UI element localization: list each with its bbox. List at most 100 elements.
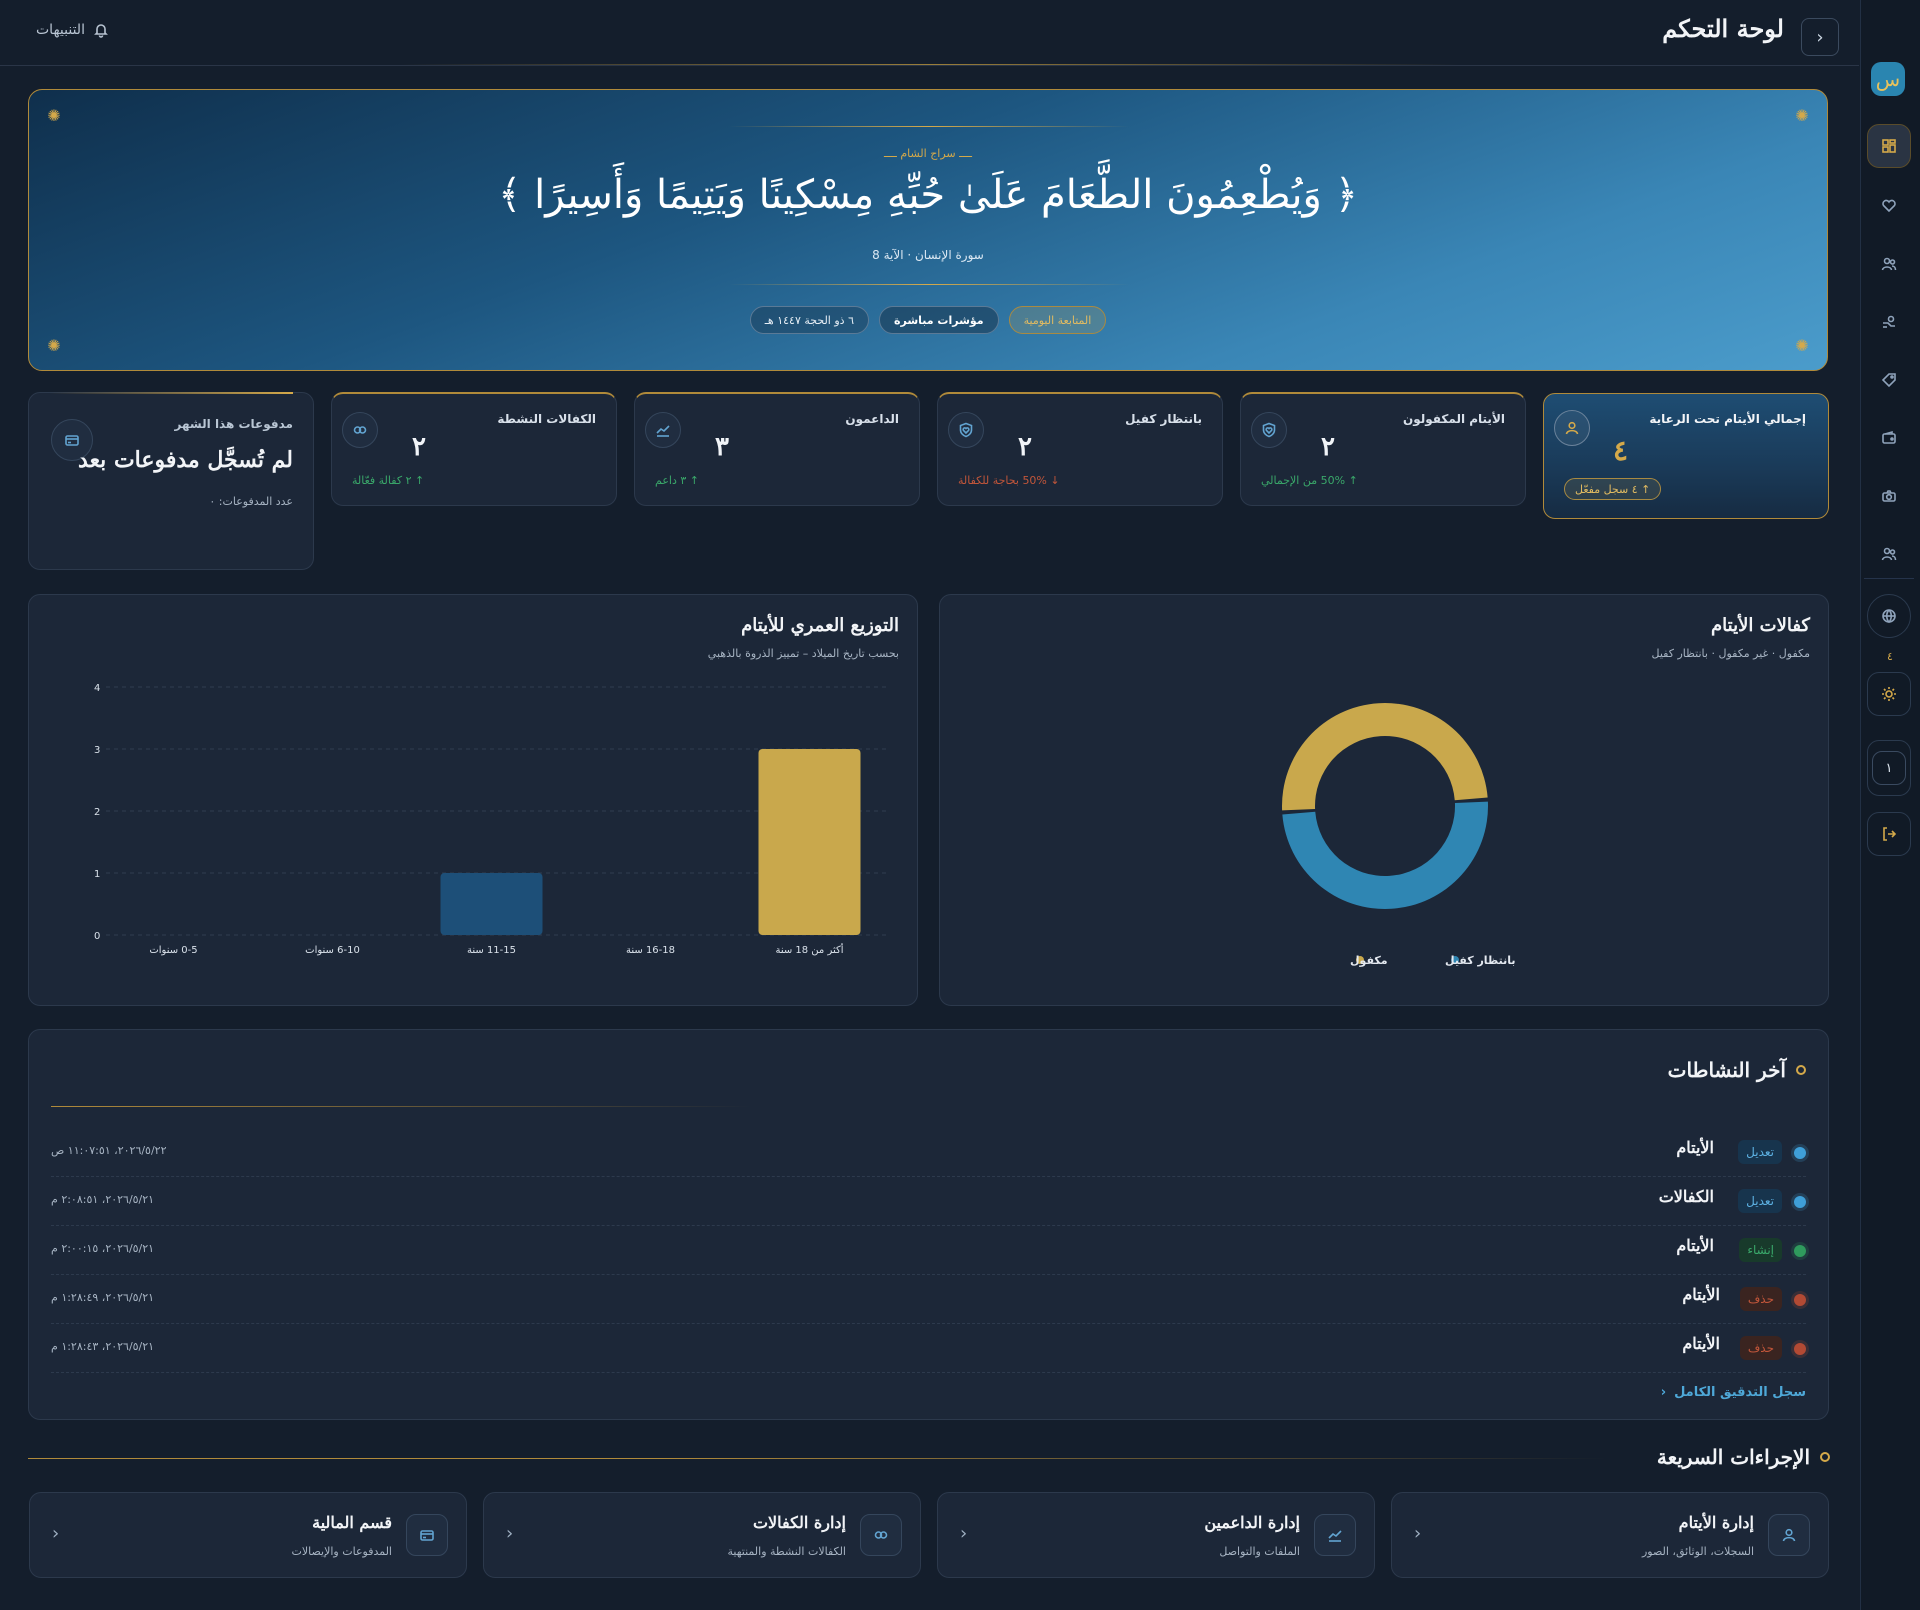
page-indicator-box: ١ — [1867, 740, 1911, 796]
stat-card-monthly-payments[interactable]: مدفوعات هذا الشهر لم تُسجَّل مدفوعات بعد… — [28, 392, 314, 570]
stat-card-total-orphans[interactable]: إجمالي الأيتام تحت الرعاية ٤ ↑ ٤ سجل مفع… — [1543, 393, 1829, 519]
quick-action-orphans[interactable]: إدارة الأيتام السجلات، الوثائق، الصور ‹ — [1391, 1492, 1829, 1578]
hero-kicker: ــــ سراج الشام ــــ — [883, 147, 973, 160]
activity-row[interactable]: تعديل الأيتام ٢٠٢٦/٥/٢٢، ١١:٠٧:٥١ ص — [51, 1128, 1806, 1177]
hero-banner: ✺ ✺ ✺ ✺ ــــ سراج الشام ــــ ﴿ وَيُطْعِم… — [28, 89, 1828, 371]
payments-value: لم تُسجَّل مدفوعات بعد — [78, 447, 293, 473]
activity-entity: الأيتام — [1676, 1236, 1714, 1255]
heart-hand-icon[interactable] — [1867, 184, 1911, 228]
activity-time: ٢٠٢٦/٥/٢١، ٢:٠٨:٥١ م — [51, 1193, 155, 1206]
x-tick-label: 11-15 سنة — [467, 945, 516, 956]
stat-title: بانتظار كفيل — [1125, 412, 1202, 426]
ring-icon — [1796, 1065, 1806, 1075]
activity-entity: الكفالات — [1658, 1187, 1714, 1206]
donut-slice-1 — [1282, 801, 1488, 909]
chevron-left-icon: ‹ — [52, 1523, 60, 1544]
stat-card-sponsored[interactable]: الأيتام المكفولون ٢ ↑ 50% من الإجمالي — [1240, 392, 1526, 506]
link-icon — [342, 412, 378, 448]
y-tick-label: 4 — [94, 683, 100, 694]
activity-row[interactable]: حذف الأيتام ٢٠٢٦/٥/٢١، ١:٢٨:٤٩ م — [51, 1275, 1806, 1324]
quick-action-donors[interactable]: إدارة الداعمين الملفات والتواصل ‹ — [937, 1492, 1375, 1578]
hero-divider-top — [729, 126, 1129, 127]
sun-icon[interactable] — [1867, 672, 1911, 716]
ornament-icon: ✺ — [1795, 335, 1809, 355]
top-header: ‹ لوحة التحكم التنبيهات — [0, 0, 1859, 66]
page-title: لوحة التحكم — [1662, 14, 1784, 43]
activity-row[interactable]: إنشاء الأيتام ٢٠٢٦/٥/٢١، ٢:٠٠:١٥ م — [51, 1226, 1806, 1275]
collapse-sidebar-button[interactable]: ‹ — [1801, 18, 1839, 56]
quick-action-title: إدارة الداعمين — [1204, 1513, 1300, 1532]
team-icon[interactable] — [1867, 532, 1911, 576]
donors-icon[interactable] — [1867, 300, 1911, 344]
wallet-icon[interactable] — [1867, 416, 1911, 460]
link-icon — [860, 1514, 902, 1556]
bar-2 — [440, 873, 543, 935]
activity-row[interactable]: تعديل الكفالات ٢٠٢٦/٥/٢١، ٢:٠٨:٥١ م — [51, 1177, 1806, 1226]
stat-value: ٢ — [412, 432, 426, 462]
live-indicators-pill[interactable]: مؤشرات مباشرة — [879, 306, 999, 334]
quick-action-title: قسم المالية — [312, 1513, 392, 1532]
dashboard-icon[interactable] — [1867, 124, 1911, 168]
quick-action-finance[interactable]: قسم المالية المدفوعات والإيصالات ‹ — [29, 1492, 467, 1578]
action-badge: إنشاء — [1739, 1238, 1782, 1262]
stat-trend: ↑ 50% من الإجمالي — [1261, 474, 1358, 487]
stat-value: ٣ — [715, 432, 729, 462]
ornament-icon: ✺ — [1795, 105, 1809, 125]
y-tick-label: 2 — [94, 807, 100, 818]
stat-title: الأيتام المكفولون — [1402, 412, 1505, 426]
activity-time: ٢٠٢٦/٥/٢١، ١:٢٨:٤٩ م — [51, 1291, 155, 1304]
activities-divider — [51, 1106, 751, 1107]
stat-value: ٢ — [1018, 432, 1032, 462]
action-badge: حذف — [1739, 1287, 1782, 1311]
activity-time: ٢٠٢٦/٥/٢٢، ١١:٠٧:٥١ ص — [51, 1144, 167, 1157]
stat-card-donors[interactable]: الداعمون ٣ ↑ ٣ داعم — [634, 392, 920, 506]
users-icon[interactable] — [1867, 242, 1911, 286]
alerts-label: التنبيهات — [36, 22, 85, 38]
camera-icon[interactable] — [1867, 474, 1911, 518]
quick-action-title: إدارة الكفالات — [752, 1513, 846, 1532]
stat-card-waiting[interactable]: بانتظار كفيل ٢ ↓ 50% بحاجة للكفالة — [937, 392, 1223, 506]
tag-icon[interactable] — [1867, 358, 1911, 402]
action-badge: حذف — [1739, 1336, 1782, 1360]
active-records-badge: ↑ ٤ سجل مفعّل — [1564, 478, 1662, 500]
hijri-date-pill: ٦ ذو الحجة ١٤٤٧ هـ — [749, 306, 869, 334]
language-count: ٤ — [1887, 650, 1893, 663]
brand-logo[interactable]: س — [1871, 62, 1905, 96]
daily-followup-pill[interactable]: المتابعة اليومية — [1008, 306, 1107, 334]
chevron-left-icon: ‹ — [1816, 26, 1824, 48]
alerts-button[interactable]: التنبيهات — [36, 22, 109, 38]
stat-card-active-sponsorships[interactable]: الكفالات النشطة ٢ ↑ ٢ كفالة فعّالة — [331, 392, 617, 506]
y-tick-label: 3 — [94, 745, 100, 756]
logout-icon[interactable] — [1867, 812, 1911, 856]
quick-actions-divider — [28, 1458, 1608, 1459]
card-accent-line — [49, 392, 293, 394]
trend-icon — [1314, 1514, 1356, 1556]
action-badge: تعديل — [1738, 1140, 1782, 1164]
audit-link-label: سجل التدقيق الكامل — [1674, 1385, 1806, 1400]
ornament-icon: ✺ — [47, 335, 61, 355]
shield-heart-icon — [948, 412, 984, 448]
user-icon — [1554, 410, 1590, 446]
chevron-left-icon: ‹ — [506, 1523, 514, 1544]
quick-action-subtitle: المدفوعات والإيصالات — [291, 1545, 392, 1558]
page-number[interactable]: ١ — [1872, 751, 1906, 785]
activity-entity: الأيتام — [1682, 1334, 1720, 1353]
activity-time: ٢٠٢٦/٥/٢١، ١:٢٨:٤٣ م — [51, 1340, 155, 1353]
quick-action-sponsorships[interactable]: إدارة الكفالات الكفالات النشطة والمنتهية… — [483, 1492, 921, 1578]
full-audit-log-link[interactable]: سجل التدقيق الكامل ‹ — [1661, 1385, 1806, 1400]
quick-actions-title: الإجراءات السريعة — [1656, 1445, 1810, 1469]
quick-action-subtitle: الكفالات النشطة والمنتهية — [727, 1545, 847, 1558]
y-tick-label: 0 — [94, 931, 100, 942]
age-bar-chart: 0 1 2 3 4 أكثر من 18 سنة 16-18 سنة 11-15 سنة 6-1… — [94, 683, 889, 956]
stat-title: إجمالي الأيتام تحت الرعاية — [1649, 412, 1806, 426]
chevron-left-icon: ‹ — [1414, 1523, 1422, 1544]
status-dot — [1794, 1343, 1806, 1355]
status-dot — [1794, 1147, 1806, 1159]
activity-row[interactable]: حذف الأيتام ٢٠٢٦/٥/٢١، ١:٢٨:٤٣ م — [51, 1324, 1806, 1373]
stat-trend: ↑ ٣ داعم — [655, 474, 699, 487]
x-tick-label: 6-10 سنوات — [305, 945, 360, 956]
stat-trend: ↑ ٢ كفالة فعّالة — [352, 474, 425, 487]
globe-icon[interactable] — [1867, 594, 1911, 638]
status-dot — [1794, 1196, 1806, 1208]
quick-actions-heading: الإجراءات السريعة — [1657, 1445, 1830, 1469]
